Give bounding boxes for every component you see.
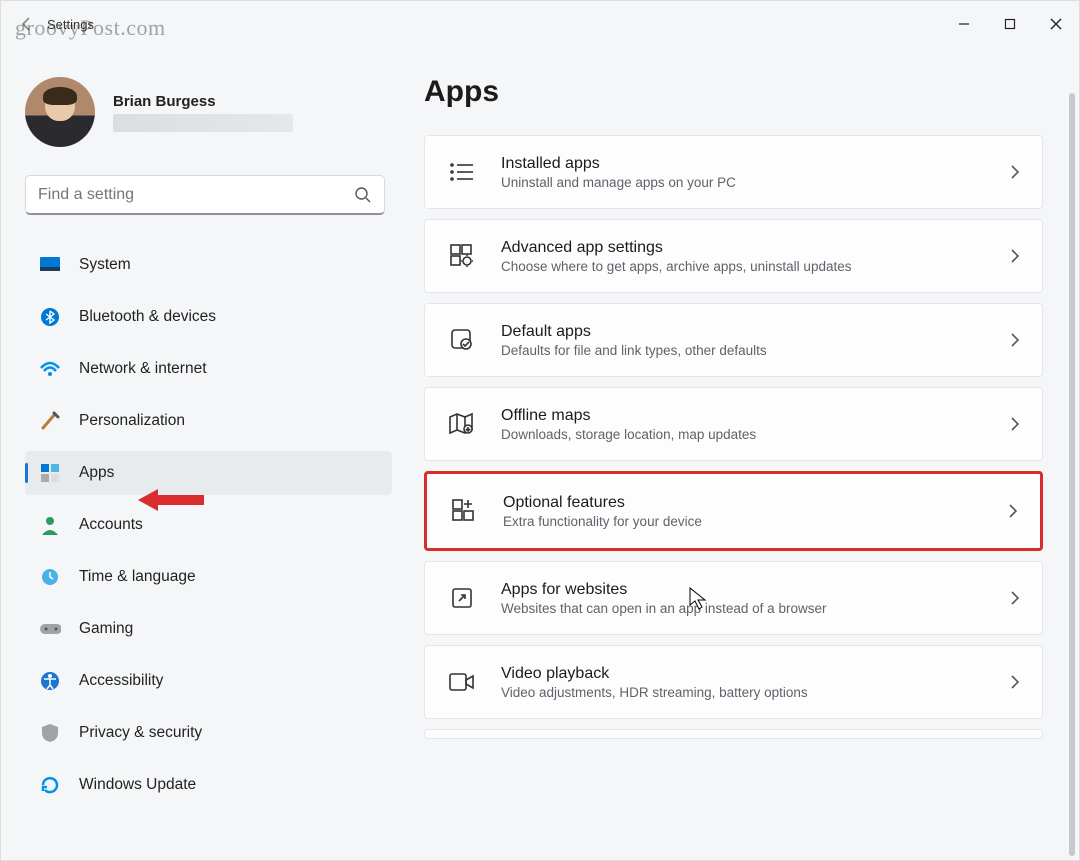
clock-icon	[39, 566, 61, 588]
sidebar-item-label: Time & language	[79, 568, 196, 586]
chevron-right-icon	[1010, 333, 1020, 347]
profile-email-redacted	[113, 114, 293, 132]
settings-window: groovyPost.com Settings Brian Burgess	[0, 0, 1080, 861]
sidebar-item-update[interactable]: Windows Update	[25, 763, 392, 807]
card-subtitle: Downloads, storage location, map updates	[501, 427, 1010, 442]
features-icon	[449, 496, 479, 526]
settings-cards: Installed apps Uninstall and manage apps …	[424, 135, 1043, 739]
avatar	[25, 77, 95, 147]
update-icon	[39, 774, 61, 796]
sidebar-item-accessibility[interactable]: Accessibility	[25, 659, 392, 703]
scrollbar[interactable]	[1069, 93, 1075, 856]
sidebar-item-bluetooth[interactable]: Bluetooth & devices	[25, 295, 392, 339]
brush-icon	[39, 410, 61, 432]
search-icon	[354, 186, 372, 204]
maximize-button[interactable]	[987, 1, 1033, 47]
card-subtitle: Video adjustments, HDR streaming, batter…	[501, 685, 1010, 700]
nav-list: System Bluetooth & devices Network & int…	[25, 243, 392, 815]
video-icon	[447, 667, 477, 697]
apps-icon	[39, 462, 61, 484]
profile-block[interactable]: Brian Burgess	[25, 77, 392, 147]
card-title: Default apps	[501, 323, 1010, 341]
wifi-icon	[39, 358, 61, 380]
person-icon	[39, 514, 61, 536]
sidebar-item-label: Personalization	[79, 412, 185, 430]
sidebar-item-personalization[interactable]: Personalization	[25, 399, 392, 443]
card-subtitle: Extra functionality for your device	[503, 514, 1008, 529]
map-icon	[447, 409, 477, 439]
chevron-right-icon	[1010, 591, 1020, 605]
sidebar-item-gaming[interactable]: Gaming	[25, 607, 392, 651]
card-title: Optional features	[503, 494, 1008, 512]
close-button[interactable]	[1033, 1, 1079, 47]
card-title: Installed apps	[501, 155, 1010, 173]
main-panel: Apps Installed apps Uninstall and manage …	[406, 47, 1079, 860]
card-title: Offline maps	[501, 407, 1010, 425]
sidebar-item-system[interactable]: System	[25, 243, 392, 287]
card-subtitle: Defaults for file and link types, other …	[501, 343, 1010, 358]
card-subtitle: Choose where to get apps, archive apps, …	[501, 259, 1010, 274]
system-icon	[39, 254, 61, 276]
profile-name: Brian Burgess	[113, 93, 293, 110]
card-title: Advanced app settings	[501, 239, 1010, 257]
open-external-icon	[447, 583, 477, 613]
chevron-right-icon	[1008, 504, 1018, 518]
sidebar-item-label: Bluetooth & devices	[79, 308, 216, 326]
search-box[interactable]	[25, 175, 385, 215]
card-apps-for-websites[interactable]: Apps for websites Websites that can open …	[424, 561, 1043, 635]
chevron-right-icon	[1010, 165, 1020, 179]
sidebar-item-label: Windows Update	[79, 776, 196, 794]
card-title: Video playback	[501, 665, 1010, 683]
card-subtitle: Uninstall and manage apps on your PC	[501, 175, 1010, 190]
sidebar-item-label: Network & internet	[79, 360, 207, 378]
sidebar-item-privacy[interactable]: Privacy & security	[25, 711, 392, 755]
sidebar-item-label: Privacy & security	[79, 724, 202, 742]
gamepad-icon	[39, 618, 61, 640]
card-title: Apps for websites	[501, 581, 1010, 599]
sidebar-item-label: Accounts	[79, 516, 143, 534]
titlebar: Settings	[1, 1, 1079, 47]
sidebar-item-label: System	[79, 256, 131, 274]
default-apps-icon	[447, 325, 477, 355]
sidebar-item-network[interactable]: Network & internet	[25, 347, 392, 391]
card-advanced-app-settings[interactable]: Advanced app settings Choose where to get…	[424, 219, 1043, 293]
minimize-button[interactable]	[941, 1, 987, 47]
sidebar-item-label: Gaming	[79, 620, 133, 638]
page-title: Apps	[424, 75, 1043, 109]
card-offline-maps[interactable]: Offline maps Downloads, storage location,…	[424, 387, 1043, 461]
card-subtitle: Websites that can open in an app instead…	[501, 601, 1010, 616]
card-cutoff	[424, 729, 1043, 739]
sidebar-item-accounts[interactable]: Accounts	[25, 503, 392, 547]
search-input[interactable]	[38, 186, 354, 204]
chevron-right-icon	[1010, 417, 1020, 431]
card-optional-features[interactable]: Optional features Extra functionality for…	[424, 471, 1043, 551]
card-installed-apps[interactable]: Installed apps Uninstall and manage apps …	[424, 135, 1043, 209]
chevron-right-icon	[1010, 249, 1020, 263]
back-button[interactable]	[19, 16, 35, 32]
card-video-playback[interactable]: Video playback Video adjustments, HDR str…	[424, 645, 1043, 719]
card-default-apps[interactable]: Default apps Defaults for file and link t…	[424, 303, 1043, 377]
app-title: Settings	[47, 17, 94, 32]
sidebar-item-label: Apps	[79, 464, 114, 482]
shield-icon	[39, 722, 61, 744]
sidebar-item-time[interactable]: Time & language	[25, 555, 392, 599]
bluetooth-icon	[39, 306, 61, 328]
sidebar-item-apps[interactable]: Apps	[25, 451, 392, 495]
chevron-right-icon	[1010, 675, 1020, 689]
accessibility-icon	[39, 670, 61, 692]
list-icon	[447, 157, 477, 187]
app-gear-icon	[447, 241, 477, 271]
sidebar-item-label: Accessibility	[79, 672, 163, 690]
sidebar: Brian Burgess System Bluetooth & devices	[1, 47, 406, 860]
